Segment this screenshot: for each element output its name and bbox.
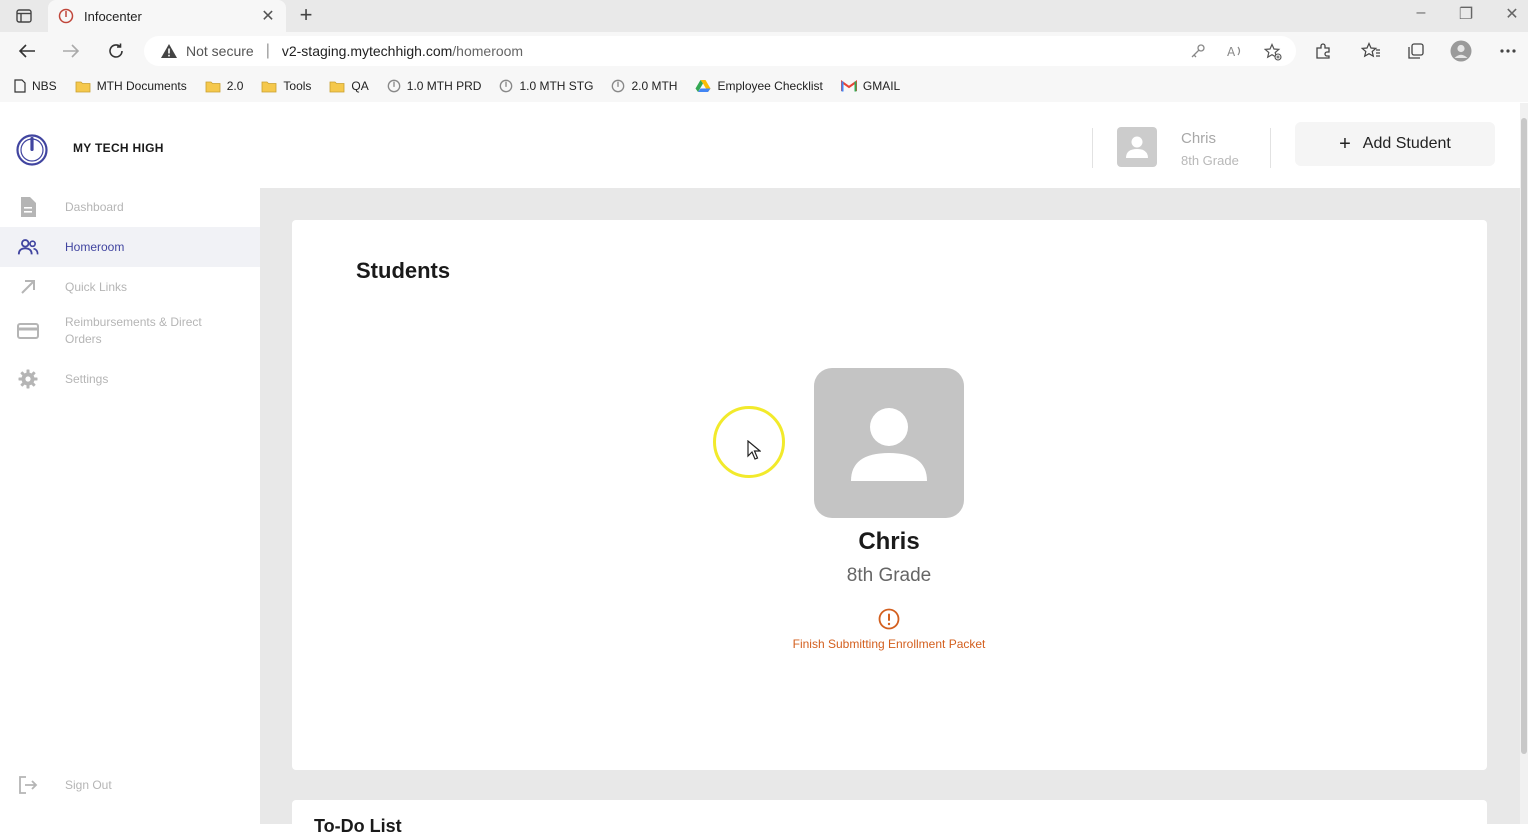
minimize-icon[interactable]: – (1411, 4, 1431, 22)
mth-logo-icon (58, 8, 74, 24)
not-secure-label[interactable]: Not secure (186, 43, 254, 59)
drive-icon (695, 80, 711, 92)
svg-text:A: A (1227, 45, 1236, 59)
forward-icon[interactable] (60, 40, 82, 62)
plus-icon: + (1339, 133, 1351, 155)
more-menu-icon[interactable] (1497, 40, 1519, 62)
collections-icon[interactable] (1405, 40, 1427, 62)
gear-icon (17, 368, 39, 390)
sidebar-item-settings[interactable]: Settings (0, 359, 260, 399)
mth-logo-icon (612, 79, 625, 93)
bookmark-tools[interactable]: Tools (261, 79, 311, 93)
sidebar-item-dashboard[interactable]: Dashboard (0, 187, 260, 227)
browser-tab[interactable]: Infocenter ✕ (48, 0, 286, 32)
sidebar-item-homeroom[interactable]: Homeroom (0, 227, 260, 267)
window-close-icon[interactable]: ✕ (1502, 4, 1522, 24)
scrollbar-thumb[interactable] (1521, 118, 1527, 754)
people-icon (17, 236, 39, 258)
person-icon (851, 408, 927, 481)
person-icon (1126, 136, 1148, 158)
arrow-up-right-icon (17, 276, 39, 298)
read-aloud-icon[interactable]: A (1226, 43, 1244, 59)
extensions-icon[interactable] (1312, 40, 1334, 62)
folder-icon (262, 81, 277, 92)
sign-out-button[interactable]: Sign Out (0, 765, 260, 805)
tab-title: Infocenter (84, 8, 142, 24)
student-name[interactable]: Chris (789, 528, 989, 556)
folder-icon (330, 81, 345, 92)
gmail-icon (840, 80, 857, 92)
bookmarks-bar: NBS MTH Documents 2.0 Tools QA 1.0 MTH P… (0, 70, 1528, 102)
tab-actions-icon[interactable] (10, 6, 38, 26)
enrollment-status-link[interactable]: Finish Submitting Enrollment Packet (739, 637, 1039, 651)
address-bar[interactable]: Not secure | v2-staging.mytechhigh.com/h… (144, 36, 1296, 66)
student-grade: 8th Grade (846, 565, 932, 586)
bookmark-2-0-mth[interactable]: 2.0 MTH (611, 79, 677, 93)
sidebar: MY TECH HIGH Dashboard Homeroom Quick Li… (0, 103, 260, 824)
mouse-cursor-icon (747, 440, 761, 460)
header-student-grade: 8th Grade (1181, 153, 1239, 168)
folder-icon (75, 81, 91, 92)
reload-icon[interactable] (105, 40, 127, 62)
add-student-button[interactable]: + Add Student (1295, 122, 1495, 166)
warning-triangle-icon (161, 44, 177, 58)
key-icon[interactable] (1190, 43, 1206, 59)
sign-out-icon (17, 774, 39, 796)
back-icon[interactable] (16, 40, 38, 62)
bookmark-qa[interactable]: QA (329, 79, 369, 93)
restore-icon[interactable]: ❐ (1456, 4, 1476, 24)
mth-logo-icon (387, 79, 401, 93)
todo-title: To-Do List (314, 816, 402, 836)
close-tab-icon[interactable]: ✕ (260, 6, 276, 26)
sidebar-item-quick-links[interactable]: Quick Links (0, 267, 260, 307)
url-text[interactable]: v2-staging.mytechhigh.com/homeroom (282, 43, 523, 59)
browser-toolbar: Not secure | v2-staging.mytechhigh.com/h… (0, 32, 1528, 70)
bookmark-2-0[interactable]: 2.0 (205, 79, 243, 93)
bookmark-mth-documents[interactable]: MTH Documents (75, 79, 187, 93)
bookmark-1-0-mth-prd[interactable]: 1.0 MTH PRD (387, 79, 481, 93)
bookmark-nbs[interactable]: NBS (14, 79, 57, 93)
folder-icon (205, 81, 221, 92)
student-avatar[interactable] (814, 368, 964, 518)
page-icon (14, 79, 26, 93)
mth-logo-icon (500, 79, 513, 93)
alert-circle-icon (878, 608, 900, 630)
student-avatar-small[interactable] (1117, 127, 1157, 167)
brand-name[interactable]: MY TECH HIGH (73, 141, 164, 155)
mth-logo-icon[interactable] (14, 131, 50, 167)
bookmark-employee-checklist[interactable]: Employee Checklist (695, 79, 823, 93)
bookmark-1-0-mth-stg[interactable]: 1.0 MTH STG (499, 79, 593, 93)
favorites-icon[interactable] (1360, 40, 1382, 62)
tab-bar: Infocenter ✕ + – ❐ ✕ (0, 0, 1528, 32)
sidebar-item-reimbursements[interactable]: Reimbursements & Direct Orders (0, 309, 260, 353)
credit-card-icon (17, 320, 39, 342)
browser-chrome: Infocenter ✕ + – ❐ ✕ Not secure | v2-sta… (0, 0, 1528, 102)
header-student-name[interactable]: Chris (1181, 130, 1216, 147)
students-title: Students (356, 258, 451, 283)
profile-icon[interactable] (1450, 40, 1472, 62)
bookmark-gmail[interactable]: GMAIL (840, 79, 900, 93)
main-content: Students Chris 8th Grade Finish Submitti… (260, 188, 1520, 840)
add-favorite-icon[interactable] (1264, 43, 1282, 61)
document-icon (17, 196, 39, 218)
students-card: Students Chris 8th Grade Finish Submitti… (292, 220, 1487, 770)
todo-card: To-Do List (292, 800, 1487, 840)
new-tab-icon[interactable]: + (296, 4, 316, 28)
